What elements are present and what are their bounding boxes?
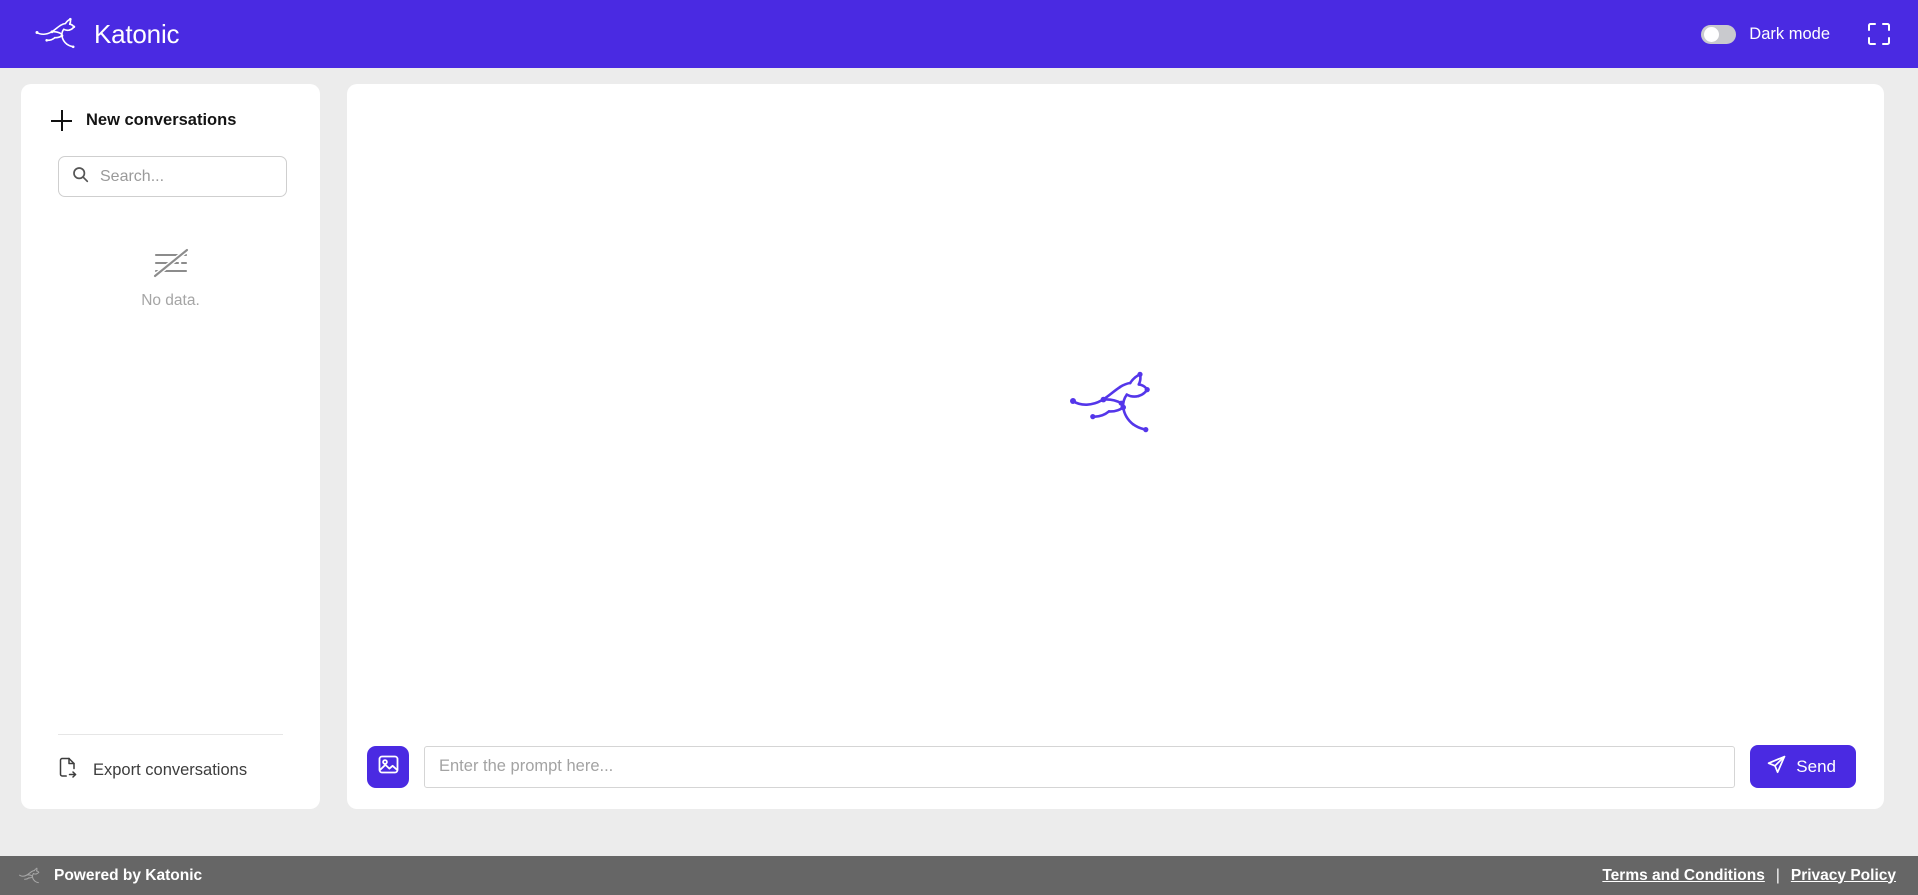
image-upload-button[interactable] bbox=[367, 745, 409, 788]
image-upload-icon bbox=[377, 753, 400, 781]
prompt-composer: Send bbox=[347, 724, 1884, 809]
chat-panel: Send bbox=[347, 84, 1884, 809]
dark-mode-toggle[interactable] bbox=[1701, 24, 1737, 44]
kangaroo-logo-small-icon bbox=[18, 867, 45, 885]
footer-separator: | bbox=[1775, 866, 1780, 884]
privacy-policy-link[interactable]: Privacy Policy bbox=[1791, 867, 1896, 885]
kangaroo-watermark-icon bbox=[1068, 370, 1164, 438]
conversation-list: No data. bbox=[21, 197, 320, 734]
send-label: Send bbox=[1796, 756, 1836, 776]
file-export-icon bbox=[58, 757, 77, 783]
export-conversations-button[interactable]: Export conversations bbox=[58, 734, 283, 809]
send-button[interactable]: Send bbox=[1750, 745, 1856, 788]
app-header: Katonic Dark mode bbox=[0, 0, 1918, 68]
fullscreen-expand-icon[interactable] bbox=[1866, 21, 1892, 47]
search-input[interactable] bbox=[100, 167, 273, 186]
dark-mode-control[interactable]: Dark mode bbox=[1701, 24, 1830, 44]
page-body: New conversations Search... No data. Exp… bbox=[0, 68, 1918, 828]
no-data-crossed-list-icon bbox=[149, 247, 193, 280]
search-icon bbox=[72, 166, 89, 188]
chat-message-area bbox=[347, 84, 1884, 724]
header-controls: Dark mode bbox=[1701, 21, 1892, 47]
paper-plane-icon bbox=[1767, 755, 1786, 779]
brand-name: Katonic bbox=[94, 18, 180, 49]
conversations-sidebar: New conversations Search... No data. Exp… bbox=[21, 84, 320, 809]
kangaroo-logo-icon bbox=[34, 17, 86, 51]
new-conversations-button[interactable]: New conversations bbox=[21, 84, 320, 131]
app-footer: Powered by Katonic Terms and Conditions … bbox=[0, 856, 1918, 895]
brand: Katonic bbox=[34, 17, 180, 51]
footer-links: Terms and Conditions | Privacy Policy bbox=[1602, 867, 1896, 885]
plus-icon bbox=[51, 110, 72, 131]
no-data-label: No data. bbox=[141, 292, 200, 309]
toggle-knob bbox=[1703, 26, 1719, 42]
search-box[interactable] bbox=[58, 156, 287, 197]
terms-and-conditions-link[interactable]: Terms and Conditions bbox=[1602, 867, 1764, 885]
powered-by-label: Powered by Katonic bbox=[54, 866, 203, 884]
powered-by: Powered by Katonic bbox=[18, 867, 202, 885]
dark-mode-label: Dark mode bbox=[1749, 24, 1830, 43]
new-conversations-label: New conversations bbox=[86, 111, 237, 129]
prompt-input[interactable] bbox=[424, 745, 1736, 788]
export-conversations-label: Export conversations bbox=[93, 760, 248, 779]
